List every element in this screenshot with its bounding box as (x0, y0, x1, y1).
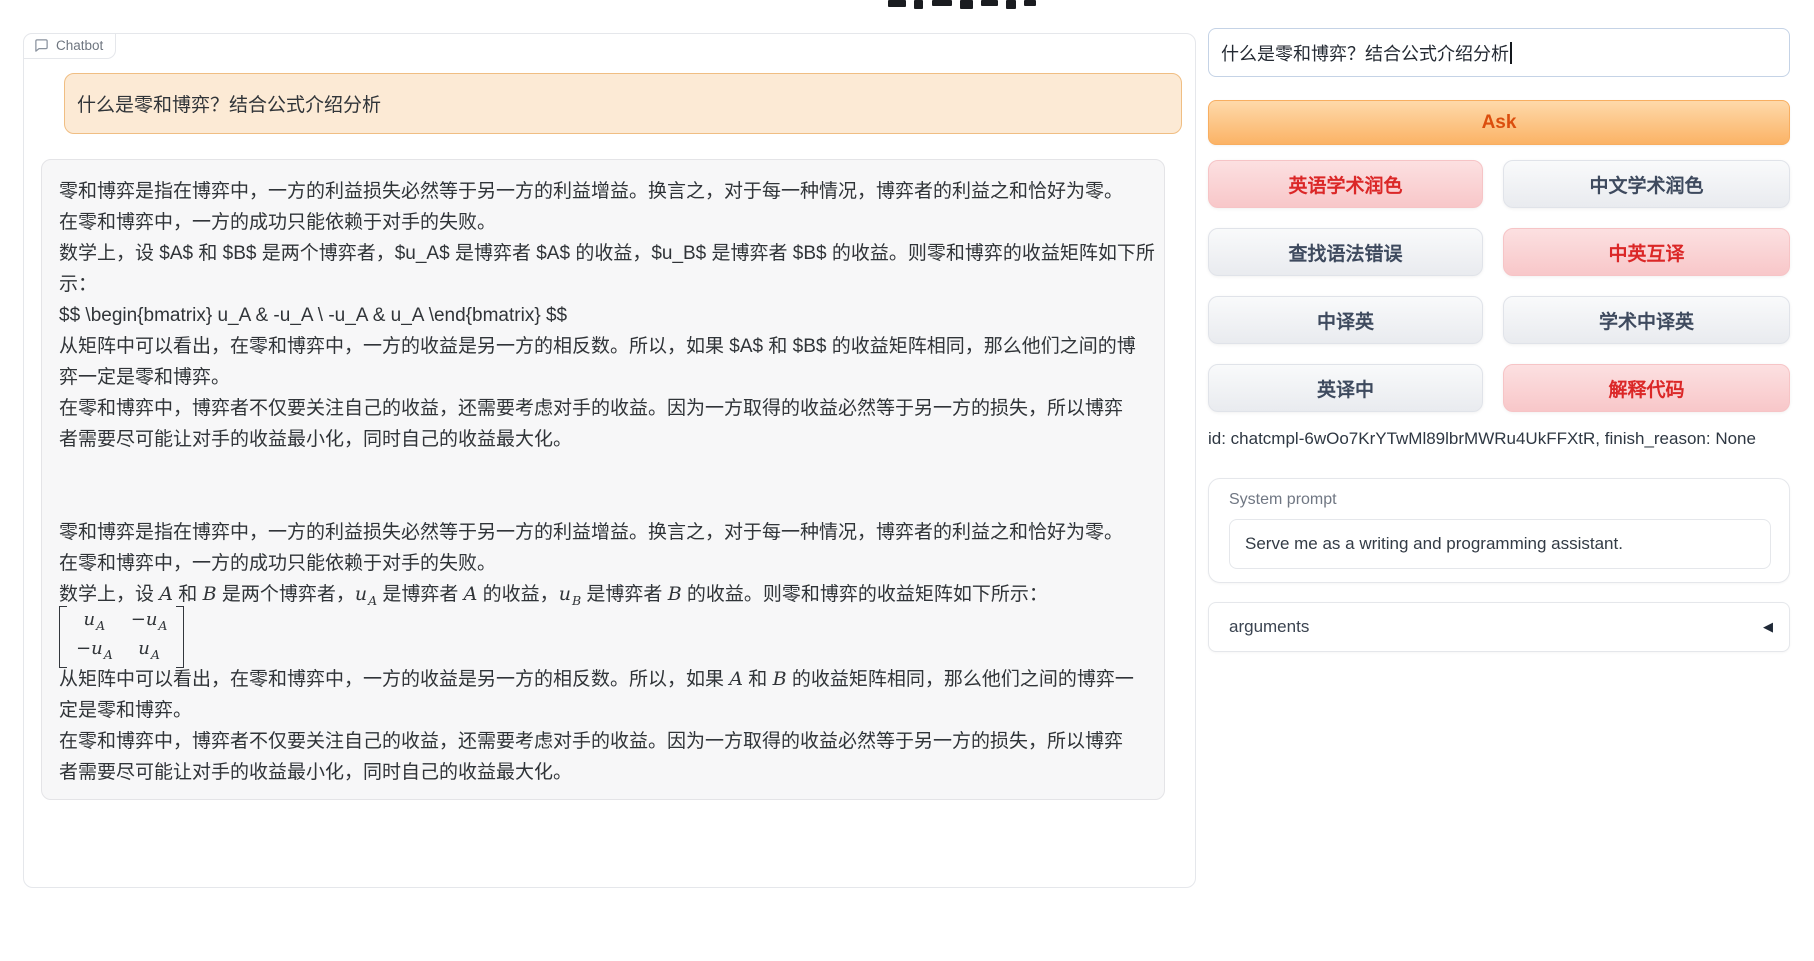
arguments-accordion[interactable]: arguments ◀ (1208, 602, 1790, 652)
btn-zh-en-mutual-translate[interactable]: 中英互译 (1503, 228, 1790, 276)
quick-actions-grid: 英语学术润色 中文学术润色 查找语法错误 中英互译 中译英 学术中译英 英译中 … (1208, 160, 1790, 412)
btn-find-grammar-errors[interactable]: 查找语法错误 (1208, 228, 1483, 276)
arguments-accordion-label: arguments (1229, 617, 1309, 637)
chatbot-panel-label: Chatbot (23, 33, 116, 59)
question-input-value: 什么是零和博弈？结合公式介绍分析 (1221, 40, 1509, 66)
message-line: 从矩阵中可以看出，在零和博弈中，一方的收益是另一方的相反数。所以，如果 A 和 … (59, 664, 1144, 695)
chatbot-panel-label-text: Chatbot (56, 38, 103, 53)
system-prompt-input[interactable]: Serve me as a writing and programming as… (1229, 519, 1771, 569)
btn-explain-code[interactable]: 解释代码 (1503, 364, 1790, 412)
message-line: 弈一定是零和博弈。 (59, 362, 1144, 393)
message-line: 者需要尽可能让对手的收益最小化，同时自己的收益最大化。 (59, 757, 1144, 788)
message-line: 零和博弈是指在博弈中，一方的利益损失必然等于另一方的利益增益。换言之，对于每一种… (59, 517, 1144, 548)
user-message-bubble: 什么是零和博弈？结合公式介绍分析 (64, 73, 1182, 134)
ask-button[interactable]: Ask (1208, 100, 1790, 145)
paragraph-gap (59, 455, 1144, 517)
payoff-matrix: uA−uA−uAuA (59, 610, 1144, 664)
cropped-page-title (888, 0, 1038, 10)
message-line: 定是零和博弈。 (59, 695, 1144, 726)
bot-message-rendered-block: 零和博弈是指在博弈中，一方的利益损失必然等于另一方的利益增益。换言之，对于每一种… (59, 517, 1144, 788)
chatbot-panel: Chatbot 什么是零和博弈？结合公式介绍分析 零和博弈是指在博弈中，一方的利… (23, 33, 1196, 888)
bot-message-raw-latex-block: 零和博弈是指在博弈中，一方的利益损失必然等于另一方的利益增益。换言之，对于每一种… (59, 176, 1144, 455)
system-prompt-value: Serve me as a writing and programming as… (1245, 534, 1623, 554)
message-line: 在零和博弈中，博弈者不仅要关注自己的收益，还需要考虑对手的收益。因为一方取得的收… (59, 726, 1144, 757)
system-prompt-group: System prompt Serve me as a writing and … (1208, 478, 1790, 583)
system-prompt-label: System prompt (1229, 491, 1337, 509)
app-canvas: Chatbot 什么是零和博弈？结合公式介绍分析 零和博弈是指在博弈中，一方的利… (0, 0, 1814, 961)
response-status-line: id: chatcmpl-6wOo7KrYTwMl89lbrMWRu4UkFFX… (1208, 429, 1790, 449)
message-line: 在零和博弈中，一方的成功只能依赖于对手的失败。 (59, 207, 1144, 238)
message-line: 在零和博弈中，一方的成功只能依赖于对手的失败。 (59, 548, 1144, 579)
message-line: 在零和博弈中，博弈者不仅要关注自己的收益，还需要考虑对手的收益。因为一方取得的收… (59, 393, 1144, 424)
btn-chinese-academic-polish[interactable]: 中文学术润色 (1503, 160, 1790, 208)
user-message-text: 什么是零和博弈？结合公式介绍分析 (77, 90, 381, 117)
btn-zh-to-en[interactable]: 中译英 (1208, 296, 1483, 344)
btn-academic-zh-to-en[interactable]: 学术中译英 (1503, 296, 1790, 344)
text-caret (1510, 42, 1512, 64)
message-line: 数学上，设 A 和 B 是两个博弈者，uA 是博弈者 A 的收益，uB 是博弈者… (59, 579, 1144, 610)
question-input[interactable]: 什么是零和博弈？结合公式介绍分析 (1208, 28, 1790, 77)
btn-en-to-zh[interactable]: 英译中 (1208, 364, 1483, 412)
message-line: 示： (59, 269, 1144, 300)
message-line: 从矩阵中可以看出，在零和博弈中，一方的收益是另一方的相反数。所以，如果 $A$ … (59, 331, 1144, 362)
chat-bubble-icon (34, 38, 49, 53)
bot-message-bubble: 零和博弈是指在博弈中，一方的利益损失必然等于另一方的利益增益。换言之，对于每一种… (41, 159, 1165, 800)
message-line: 者需要尽可能让对手的收益最小化，同时自己的收益最大化。 (59, 424, 1144, 455)
message-line: $$ \begin{bmatrix} u_A & -u_A \ -u_A & u… (59, 300, 1144, 331)
message-line: 数学上，设 $A$ 和 $B$ 是两个博弈者，$u_A$ 是博弈者 $A$ 的收… (59, 238, 1144, 269)
accordion-collapse-icon: ◀ (1763, 619, 1773, 635)
message-line: 零和博弈是指在博弈中，一方的利益损失必然等于另一方的利益增益。换言之，对于每一种… (59, 176, 1144, 207)
btn-english-academic-polish[interactable]: 英语学术润色 (1208, 160, 1483, 208)
